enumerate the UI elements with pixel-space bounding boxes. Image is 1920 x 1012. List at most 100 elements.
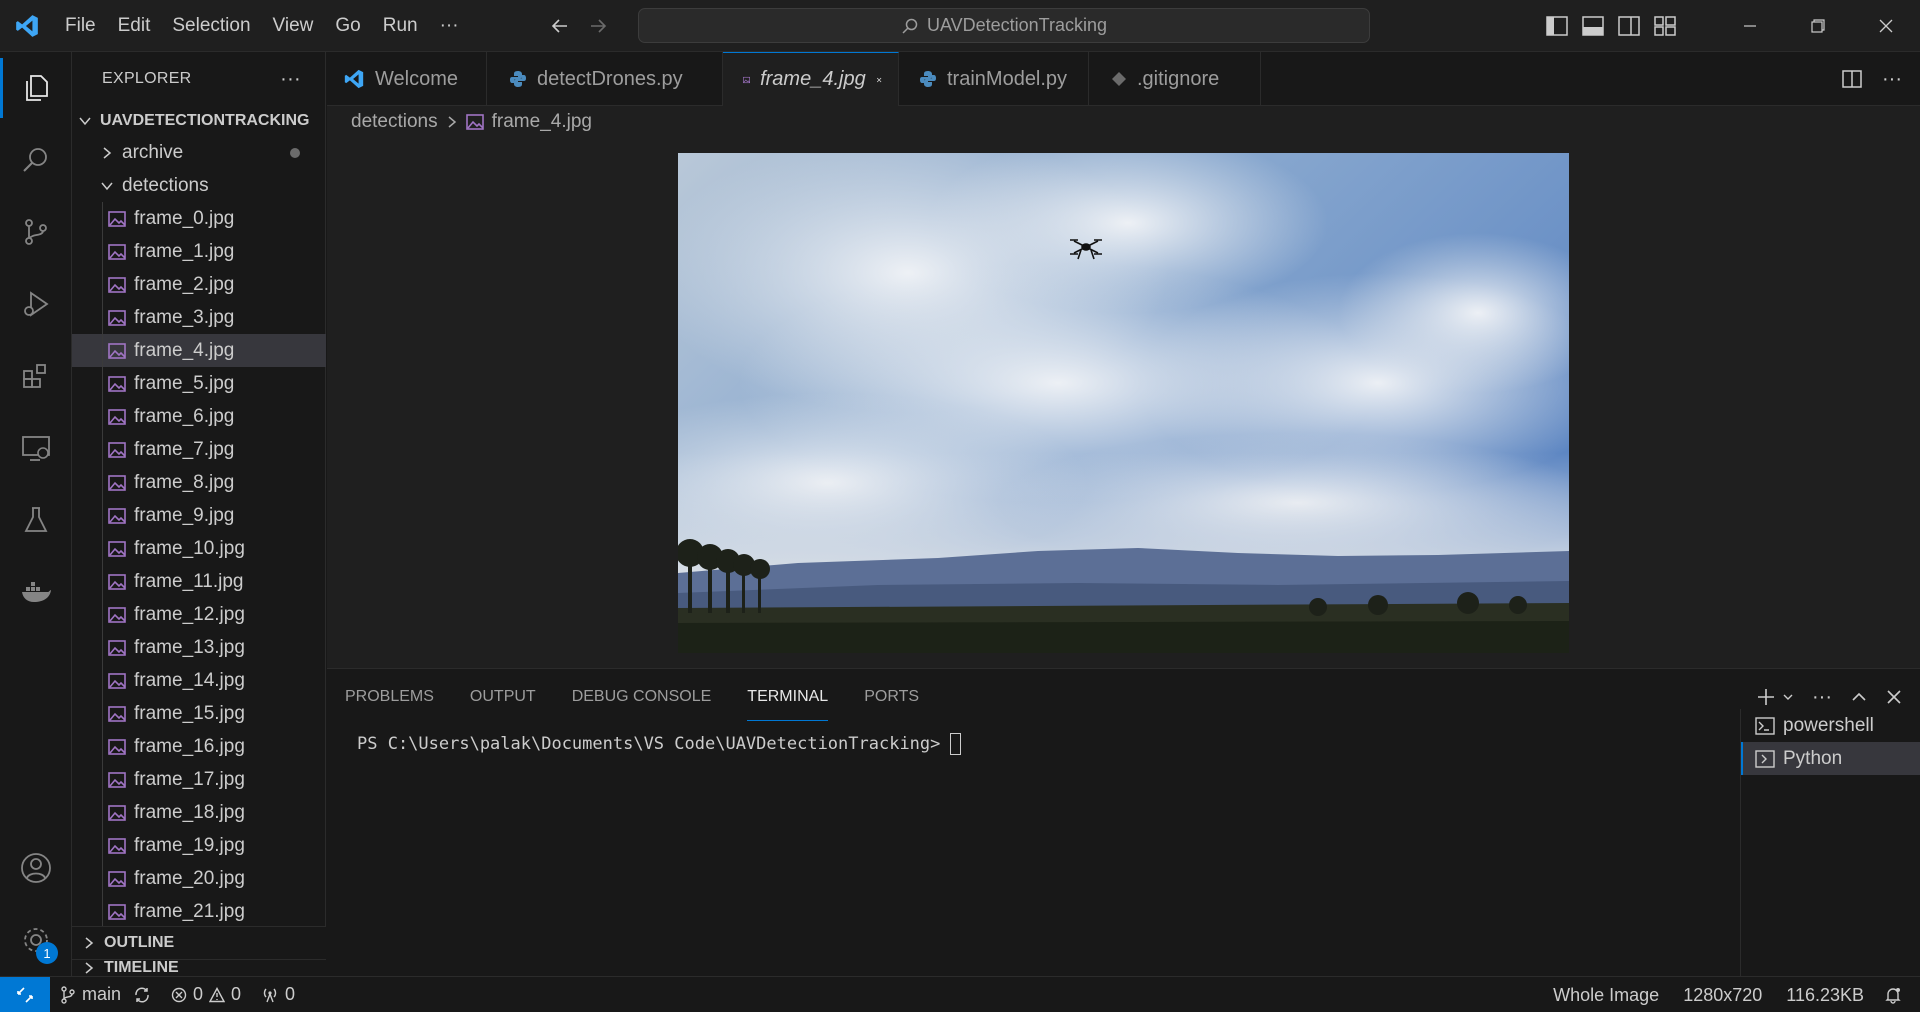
file-item[interactable]: frame_9.jpg: [72, 499, 326, 532]
chevron-down-icon[interactable]: [1782, 691, 1794, 703]
timeline-section[interactable]: TIMELINE: [72, 959, 326, 976]
file-item[interactable]: frame_17.jpg: [72, 763, 326, 796]
file-label: frame_6.jpg: [134, 405, 235, 427]
file-item[interactable]: frame_18.jpg: [72, 796, 326, 829]
customize-layout-icon[interactable]: [1654, 16, 1676, 36]
folder-archive[interactable]: archive: [72, 136, 326, 169]
file-item[interactable]: frame_20.jpg: [72, 862, 326, 895]
indent-guide: [102, 400, 103, 433]
breadcrumb-file[interactable]: frame_4.jpg: [492, 111, 592, 133]
tab-detectdrones[interactable]: detectDrones.py: [487, 52, 723, 106]
outline-section[interactable]: OUTLINE: [72, 926, 326, 959]
file-item[interactable]: frame_0.jpg: [72, 202, 326, 235]
python-icon: [510, 71, 526, 87]
tab-frame-4[interactable]: frame_4.jpg: [723, 52, 899, 106]
image-file-icon: [108, 870, 126, 887]
workspace-root[interactable]: UAVDETECTIONTRACKING: [72, 106, 325, 136]
tab-problems[interactable]: PROBLEMS: [345, 688, 434, 706]
file-item[interactable]: frame_15.jpg: [72, 697, 326, 730]
chevron-right-icon: [82, 961, 96, 975]
breadcrumb-folder[interactable]: detections: [351, 111, 438, 133]
branch-indicator[interactable]: main: [50, 977, 161, 1012]
file-item[interactable]: frame_6.jpg: [72, 400, 326, 433]
toggle-secondary-sidebar-icon[interactable]: [1618, 16, 1640, 36]
problems-indicator[interactable]: 0 0: [161, 977, 251, 1012]
tab-trainmodel[interactable]: trainModel.py: [899, 52, 1089, 106]
remote-indicator[interactable]: [0, 976, 50, 1012]
ports-indicator[interactable]: 0: [251, 977, 305, 1012]
menu-file[interactable]: File: [54, 0, 107, 52]
remote-explorer-icon: [22, 436, 50, 461]
image-file-icon: [108, 837, 126, 854]
close-panel-icon[interactable]: [1886, 689, 1902, 705]
search-activity[interactable]: [0, 124, 72, 196]
maximize-panel-icon[interactable]: [1850, 688, 1868, 706]
manage-activity[interactable]: 1: [0, 904, 72, 976]
tab-welcome[interactable]: Welcome: [327, 52, 487, 106]
back-arrow-icon[interactable]: [550, 16, 570, 36]
tab-terminal[interactable]: TERMINAL: [747, 688, 828, 721]
file-item[interactable]: frame_3.jpg: [72, 301, 326, 334]
remote-explorer-activity[interactable]: [0, 412, 72, 484]
forward-arrow-icon[interactable]: [588, 16, 608, 36]
tab-ports[interactable]: PORTS: [864, 688, 919, 706]
tab-debug-console[interactable]: DEBUG CONSOLE: [572, 688, 712, 706]
file-item[interactable]: frame_1.jpg: [72, 235, 326, 268]
docker-activity[interactable]: [0, 556, 72, 628]
explorer-more-button[interactable]: ···: [280, 68, 301, 91]
file-item[interactable]: frame_12.jpg: [72, 598, 326, 631]
new-terminal-icon[interactable]: [1756, 687, 1776, 707]
image-file-icon: [108, 540, 126, 557]
command-center-search[interactable]: UAVDetectionTracking: [638, 8, 1370, 43]
menu-more[interactable]: ···: [429, 0, 470, 52]
split-editor-icon[interactable]: [1842, 69, 1862, 89]
menu-run[interactable]: Run: [372, 0, 429, 52]
file-item[interactable]: frame_14.jpg: [72, 664, 326, 697]
minimize-button[interactable]: [1716, 0, 1784, 52]
menu-selection[interactable]: Selection: [161, 0, 261, 52]
menu-edit[interactable]: Edit: [107, 0, 162, 52]
run-debug-activity[interactable]: [0, 268, 72, 340]
notifications-button[interactable]: [1876, 977, 1920, 1012]
explorer-activity[interactable]: [0, 52, 72, 124]
panel-more-button[interactable]: ···: [1812, 686, 1832, 709]
bell-icon: [1885, 988, 1901, 1004]
toggle-panel-icon[interactable]: [1582, 16, 1604, 36]
indent-guide: [102, 895, 103, 928]
terminal-python[interactable]: Python: [1741, 742, 1920, 775]
folder-detections[interactable]: detections: [72, 169, 326, 202]
image-file-icon: [108, 738, 126, 755]
testing-activity[interactable]: [0, 484, 72, 556]
editor-more-button[interactable]: ···: [1882, 68, 1902, 91]
file-item[interactable]: frame_10.jpg: [72, 532, 326, 565]
file-item[interactable]: frame_16.jpg: [72, 730, 326, 763]
terminal-powershell[interactable]: powershell: [1741, 709, 1920, 742]
settings-badge: 1: [36, 942, 58, 964]
file-item[interactable]: frame_21.jpg: [72, 895, 326, 928]
tab-output[interactable]: OUTPUT: [470, 688, 536, 706]
close-tab-icon[interactable]: [876, 72, 882, 88]
file-item[interactable]: frame_11.jpg: [72, 565, 326, 598]
file-item[interactable]: frame_13.jpg: [72, 631, 326, 664]
menu-go[interactable]: Go: [324, 0, 371, 52]
zoom-status[interactable]: Whole Image: [1541, 977, 1671, 1012]
sync-icon[interactable]: [133, 986, 151, 1004]
restore-button[interactable]: [1784, 0, 1852, 52]
file-item[interactable]: frame_2.jpg: [72, 268, 326, 301]
file-item[interactable]: frame_8.jpg: [72, 466, 326, 499]
toggle-primary-sidebar-icon[interactable]: [1546, 16, 1568, 36]
image-size-status: 116.23KB: [1786, 984, 1864, 1005]
file-item[interactable]: frame_4.jpg: [72, 334, 326, 367]
accounts-activity[interactable]: [0, 832, 72, 904]
extensions-activity[interactable]: [0, 340, 72, 412]
image-file-icon: [108, 243, 126, 260]
tab-gitignore[interactable]: .gitignore: [1089, 52, 1261, 106]
file-item[interactable]: frame_5.jpg: [72, 367, 326, 400]
menu-view[interactable]: View: [262, 0, 325, 52]
drone-photo[interactable]: [678, 153, 1569, 653]
file-item[interactable]: frame_19.jpg: [72, 829, 326, 862]
close-window-button[interactable]: [1852, 0, 1920, 52]
source-control-activity[interactable]: [0, 196, 72, 268]
file-item[interactable]: frame_7.jpg: [72, 433, 326, 466]
terminal-output[interactable]: PS C:\Users\palak\Documents\VS Code\UAVD…: [357, 733, 962, 755]
